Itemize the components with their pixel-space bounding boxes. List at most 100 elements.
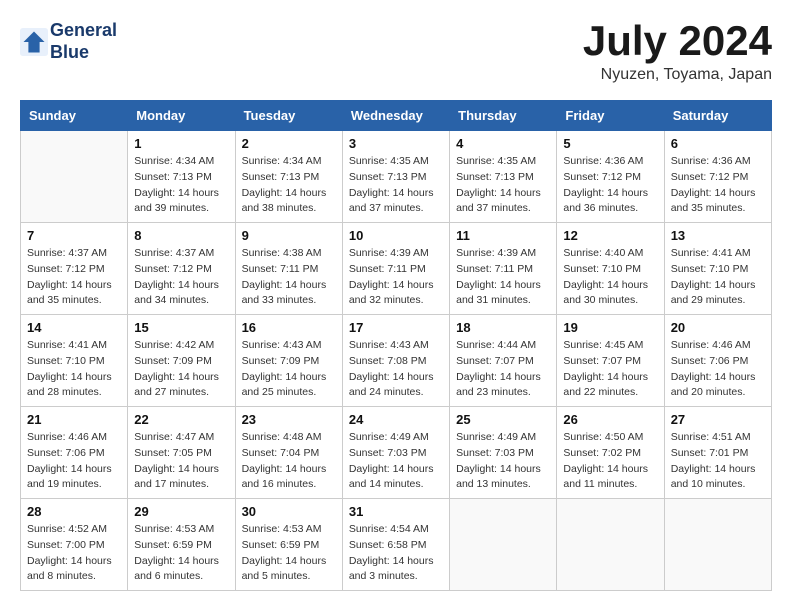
cell-info: Sunrise: 4:54 AMSunset: 6:58 PMDaylight:… <box>349 522 443 585</box>
cell-info: Sunrise: 4:36 AMSunset: 7:12 PMDaylight:… <box>563 154 657 217</box>
cell-info: Sunrise: 4:49 AMSunset: 7:03 PMDaylight:… <box>456 430 550 493</box>
week-row-5: 28Sunrise: 4:52 AMSunset: 7:00 PMDayligh… <box>21 499 772 591</box>
cell-info: Sunrise: 4:37 AMSunset: 7:12 PMDaylight:… <box>134 246 228 309</box>
cell-info: Sunrise: 4:34 AMSunset: 7:13 PMDaylight:… <box>242 154 336 217</box>
cell-info: Sunrise: 4:35 AMSunset: 7:13 PMDaylight:… <box>349 154 443 217</box>
calendar-cell: 18 Sunrise: 4:44 AMSunset: 7:07 PMDayligh… <box>450 315 557 407</box>
day-number: 16 <box>242 320 336 335</box>
cell-info: Sunrise: 4:43 AMSunset: 7:09 PMDaylight:… <box>242 338 336 401</box>
calendar-cell: 3 Sunrise: 4:35 AMSunset: 7:13 PMDaylight… <box>342 131 449 223</box>
calendar-cell: 10 Sunrise: 4:39 AMSunset: 7:11 PMDayligh… <box>342 223 449 315</box>
week-row-3: 14 Sunrise: 4:41 AMSunset: 7:10 PMDayligh… <box>21 315 772 407</box>
cell-info: Sunrise: 4:34 AMSunset: 7:13 PMDaylight:… <box>134 154 228 217</box>
calendar-cell: 13 Sunrise: 4:41 AMSunset: 7:10 PMDayligh… <box>664 223 771 315</box>
day-number: 18 <box>456 320 550 335</box>
cell-info: Sunrise: 4:49 AMSunset: 7:03 PMDaylight:… <box>349 430 443 493</box>
calendar-cell: 22 Sunrise: 4:47 AMSunset: 7:05 PMDayligh… <box>128 407 235 499</box>
calendar-cell: 12 Sunrise: 4:40 AMSunset: 7:10 PMDayligh… <box>557 223 664 315</box>
logo-text: General Blue <box>50 20 117 63</box>
logo: General Blue <box>20 20 117 63</box>
day-number: 9 <box>242 228 336 243</box>
cell-info: Sunrise: 4:44 AMSunset: 7:07 PMDaylight:… <box>456 338 550 401</box>
week-row-2: 7Sunrise: 4:37 AMSunset: 7:12 PMDaylight… <box>21 223 772 315</box>
cell-info: Sunrise: 4:39 AMSunset: 7:11 PMDaylight:… <box>456 246 550 309</box>
logo-line2: Blue <box>50 42 117 64</box>
calendar-cell: 9 Sunrise: 4:38 AMSunset: 7:11 PMDaylight… <box>235 223 342 315</box>
calendar-cell: 20 Sunrise: 4:46 AMSunset: 7:06 PMDayligh… <box>664 315 771 407</box>
calendar-cell: 4Sunrise: 4:35 AMSunset: 7:13 PMDaylight… <box>450 131 557 223</box>
week-row-1: 1 Sunrise: 4:34 AMSunset: 7:13 PMDaylight… <box>21 131 772 223</box>
cell-info: Sunrise: 4:47 AMSunset: 7:05 PMDaylight:… <box>134 430 228 493</box>
day-number: 1 <box>134 136 228 151</box>
calendar-cell: 2 Sunrise: 4:34 AMSunset: 7:13 PMDaylight… <box>235 131 342 223</box>
cell-info: Sunrise: 4:42 AMSunset: 7:09 PMDaylight:… <box>134 338 228 401</box>
day-number: 24 <box>349 412 443 427</box>
cell-info: Sunrise: 4:50 AMSunset: 7:02 PMDaylight:… <box>563 430 657 493</box>
day-number: 17 <box>349 320 443 335</box>
day-number: 20 <box>671 320 765 335</box>
calendar-table: SundayMondayTuesdayWednesdayThursdayFrid… <box>20 100 772 591</box>
day-number: 28 <box>27 504 121 519</box>
day-number: 19 <box>563 320 657 335</box>
day-number: 8 <box>134 228 228 243</box>
calendar-cell <box>557 499 664 591</box>
calendar-cell: 23 Sunrise: 4:48 AMSunset: 7:04 PMDayligh… <box>235 407 342 499</box>
col-header-thursday: Thursday <box>450 101 557 131</box>
calendar-cell: 19 Sunrise: 4:45 AMSunset: 7:07 PMDayligh… <box>557 315 664 407</box>
cell-info: Sunrise: 4:53 AMSunset: 6:59 PMDaylight:… <box>242 522 336 585</box>
cell-info: Sunrise: 4:45 AMSunset: 7:07 PMDaylight:… <box>563 338 657 401</box>
calendar-cell: 29Sunrise: 4:53 AMSunset: 6:59 PMDayligh… <box>128 499 235 591</box>
cell-info: Sunrise: 4:36 AMSunset: 7:12 PMDaylight:… <box>671 154 765 217</box>
calendar-cell: 14 Sunrise: 4:41 AMSunset: 7:10 PMDayligh… <box>21 315 128 407</box>
page-header: General Blue July 2024 Nyuzen, Toyama, J… <box>20 20 772 84</box>
header-row: SundayMondayTuesdayWednesdayThursdayFrid… <box>21 101 772 131</box>
calendar-cell <box>450 499 557 591</box>
cell-info: Sunrise: 4:37 AMSunset: 7:12 PMDaylight:… <box>27 246 121 309</box>
cell-info: Sunrise: 4:38 AMSunset: 7:11 PMDaylight:… <box>242 246 336 309</box>
col-header-saturday: Saturday <box>664 101 771 131</box>
calendar-cell: 27Sunrise: 4:51 AMSunset: 7:01 PMDayligh… <box>664 407 771 499</box>
day-number: 5 <box>563 136 657 151</box>
col-header-sunday: Sunday <box>21 101 128 131</box>
calendar-cell: 30 Sunrise: 4:53 AMSunset: 6:59 PMDayligh… <box>235 499 342 591</box>
day-number: 13 <box>671 228 765 243</box>
day-number: 29 <box>134 504 228 519</box>
day-number: 15 <box>134 320 228 335</box>
calendar-cell: 5 Sunrise: 4:36 AMSunset: 7:12 PMDaylight… <box>557 131 664 223</box>
cell-info: Sunrise: 4:41 AMSunset: 7:10 PMDaylight:… <box>671 246 765 309</box>
calendar-cell: 6 Sunrise: 4:36 AMSunset: 7:12 PMDaylight… <box>664 131 771 223</box>
day-number: 27 <box>671 412 765 427</box>
col-header-monday: Monday <box>128 101 235 131</box>
cell-info: Sunrise: 4:43 AMSunset: 7:08 PMDaylight:… <box>349 338 443 401</box>
cell-info: Sunrise: 4:46 AMSunset: 7:06 PMDaylight:… <box>671 338 765 401</box>
calendar-cell: 7Sunrise: 4:37 AMSunset: 7:12 PMDaylight… <box>21 223 128 315</box>
day-number: 2 <box>242 136 336 151</box>
day-number: 21 <box>27 412 121 427</box>
day-number: 22 <box>134 412 228 427</box>
logo-icon <box>20 28 48 56</box>
day-number: 11 <box>456 228 550 243</box>
cell-info: Sunrise: 4:41 AMSunset: 7:10 PMDaylight:… <box>27 338 121 401</box>
calendar-cell: 24 Sunrise: 4:49 AMSunset: 7:03 PMDayligh… <box>342 407 449 499</box>
calendar-cell: 31Sunrise: 4:54 AMSunset: 6:58 PMDayligh… <box>342 499 449 591</box>
day-number: 3 <box>349 136 443 151</box>
calendar-cell: 28Sunrise: 4:52 AMSunset: 7:00 PMDayligh… <box>21 499 128 591</box>
cell-info: Sunrise: 4:40 AMSunset: 7:10 PMDaylight:… <box>563 246 657 309</box>
day-number: 30 <box>242 504 336 519</box>
cell-info: Sunrise: 4:35 AMSunset: 7:13 PMDaylight:… <box>456 154 550 217</box>
month-title: July 2024 <box>583 20 772 62</box>
day-number: 23 <box>242 412 336 427</box>
day-number: 25 <box>456 412 550 427</box>
day-number: 6 <box>671 136 765 151</box>
day-number: 10 <box>349 228 443 243</box>
cell-info: Sunrise: 4:46 AMSunset: 7:06 PMDaylight:… <box>27 430 121 493</box>
day-number: 12 <box>563 228 657 243</box>
calendar-cell: 11 Sunrise: 4:39 AMSunset: 7:11 PMDayligh… <box>450 223 557 315</box>
cell-info: Sunrise: 4:39 AMSunset: 7:11 PMDaylight:… <box>349 246 443 309</box>
calendar-cell: 17 Sunrise: 4:43 AMSunset: 7:08 PMDayligh… <box>342 315 449 407</box>
calendar-cell: 21 Sunrise: 4:46 AMSunset: 7:06 PMDayligh… <box>21 407 128 499</box>
location: Nyuzen, Toyama, Japan <box>583 66 772 84</box>
day-number: 14 <box>27 320 121 335</box>
title-block: July 2024 Nyuzen, Toyama, Japan <box>583 20 772 84</box>
cell-info: Sunrise: 4:48 AMSunset: 7:04 PMDaylight:… <box>242 430 336 493</box>
